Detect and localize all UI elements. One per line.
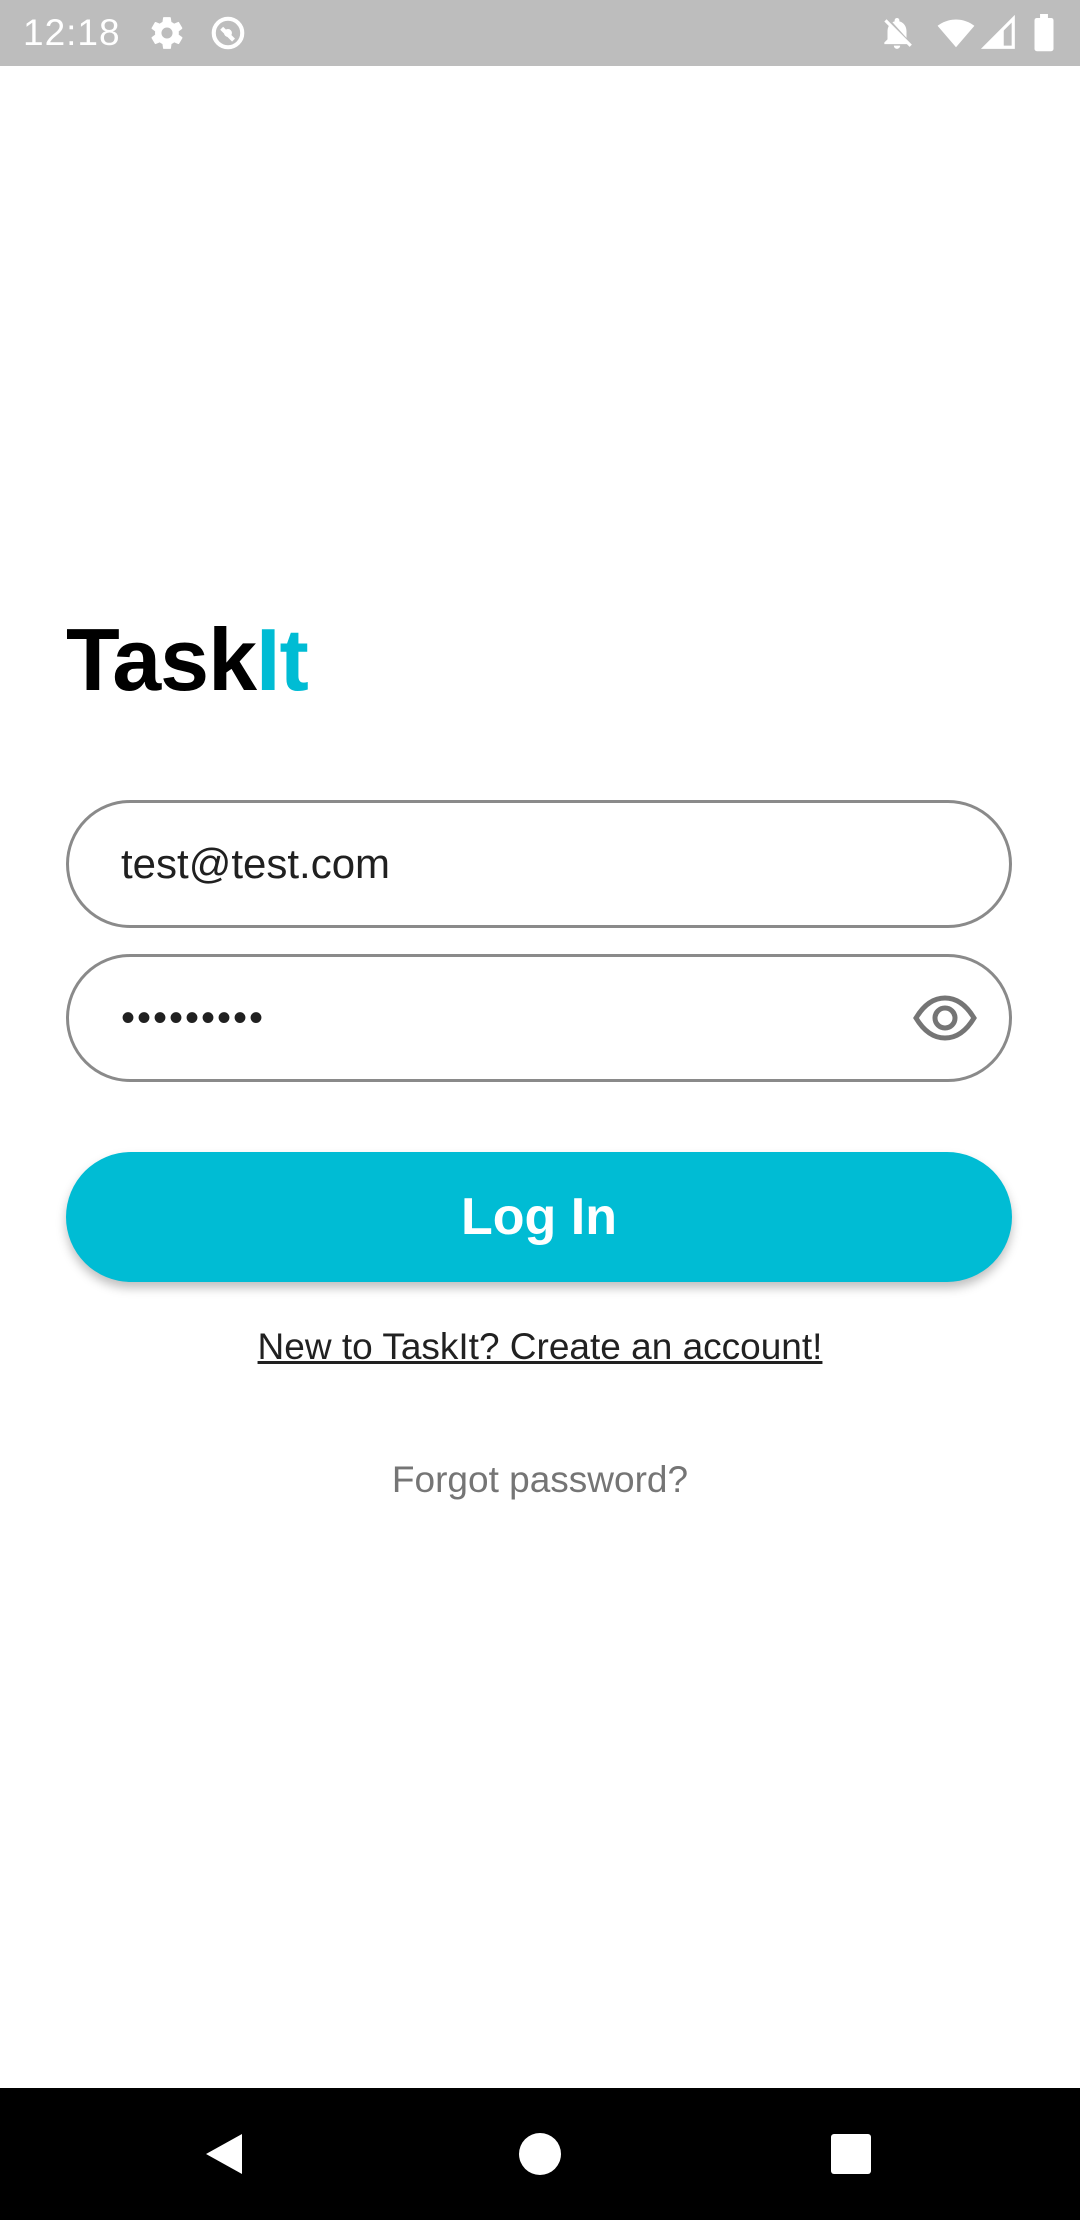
create-account-link[interactable]: New to TaskIt? Create an account! (0, 1322, 1080, 1372)
logo-text-it: It (256, 610, 309, 709)
login-screen: 12:18 TaskIt test@test.com ••••••••• Log… (0, 0, 1080, 2220)
app-logo: TaskIt (66, 610, 309, 710)
forgot-password-link[interactable]: Forgot password? (0, 1455, 1080, 1505)
email-field[interactable] (66, 800, 1012, 928)
wifi-icon (937, 14, 975, 52)
email-input[interactable] (121, 803, 901, 925)
sync-icon (209, 14, 247, 52)
home-icon[interactable] (512, 2126, 568, 2182)
gear-icon (148, 14, 186, 52)
battery-icon (1030, 14, 1058, 52)
login-button[interactable]: Log In (66, 1152, 1012, 1282)
navigation-bar (0, 2088, 1080, 2220)
status-bar: 12:18 (0, 0, 1080, 66)
eye-icon[interactable] (913, 993, 977, 1043)
password-input[interactable] (121, 957, 901, 1079)
signal-icon (980, 14, 1018, 52)
status-time: 12:18 (23, 12, 121, 53)
logo-text-task: Task (66, 610, 257, 709)
notifications-off-icon (878, 14, 916, 52)
recents-icon[interactable] (823, 2126, 879, 2182)
back-icon[interactable] (198, 2126, 254, 2182)
password-field[interactable] (66, 954, 1012, 1082)
